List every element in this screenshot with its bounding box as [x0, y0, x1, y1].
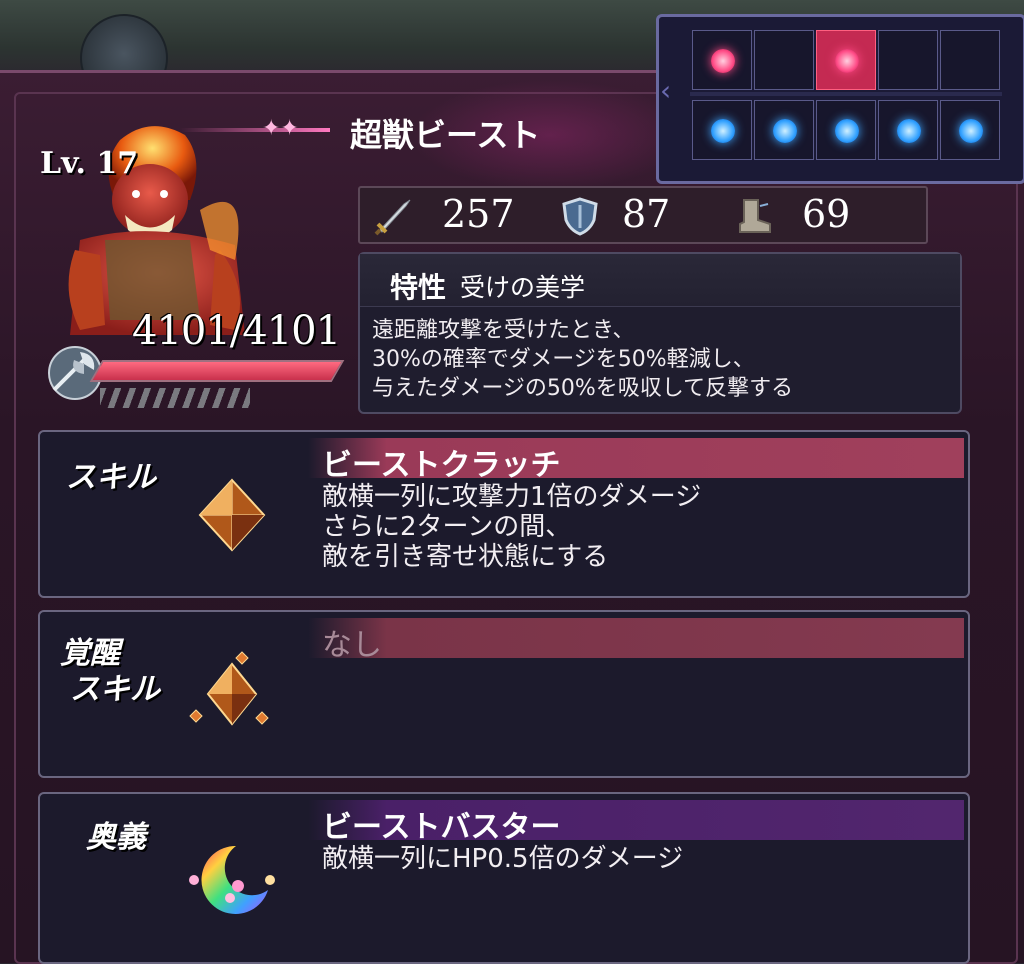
back-unit-dot-icon: [773, 119, 797, 143]
unit-name: 超獣ビースト: [350, 116, 541, 154]
formation-slot: [754, 100, 814, 160]
awakening-skill-box[interactable]: なし 覚醒 スキル: [38, 610, 970, 778]
skill-label: スキル: [66, 460, 156, 495]
formation-slot: [692, 30, 752, 90]
stats-bar: 257 87 69: [358, 186, 928, 244]
ultimate-label: 奥義: [86, 820, 146, 855]
skill-desc-line: 敵横一列に攻撃力1倍のダメージ: [322, 482, 702, 512]
ultimate-name: ビーストバスター: [322, 810, 561, 845]
back-unit-dot-icon: [835, 119, 859, 143]
formation-slot: [940, 100, 1000, 160]
back-unit-dot-icon: [711, 119, 735, 143]
front-unit-dot-icon: [835, 49, 859, 73]
skill-name: ビーストクラッチ: [322, 448, 561, 483]
skill-desc-line: さらに2ターンの間、: [322, 512, 572, 542]
boot-icon: [739, 199, 771, 233]
ultimate-box[interactable]: ビーストバスター 奥義 敵横一列にHP0.5倍のダメージ: [38, 792, 970, 964]
unit-level: Lv. 17: [40, 146, 139, 181]
orange-crystal-cluster-icon: [189, 651, 269, 726]
ultimate-description: 敵横一列にHP0.5倍のダメージ: [322, 844, 683, 874]
hp-bar: [89, 360, 345, 382]
speed-value: 69: [802, 192, 851, 236]
rainbow-crescent-icon: [189, 845, 275, 914]
trait-desc-line: 与えたダメージの50%を吸収して反撃する: [372, 376, 794, 401]
back-unit-dot-icon: [959, 119, 983, 143]
formation-slot: [878, 30, 938, 90]
trait-description: 遠距離攻撃を受けたとき、 30%の確率でダメージを50%軽減し、 与えたダメージ…: [372, 316, 952, 403]
attack-value: 257: [442, 192, 515, 236]
sword-icon: [374, 199, 411, 236]
awakening-label-line2: スキル: [70, 672, 160, 707]
formation-slot: [754, 30, 814, 90]
formation-slot: [940, 30, 1000, 90]
back-unit-dot-icon: [897, 119, 921, 143]
trait-desc-line: 遠距離攻撃を受けたとき、: [372, 318, 635, 343]
gauge-stripes: [100, 388, 250, 408]
skill-description: 敵横一列に攻撃力1倍のダメージ さらに2ターンの間、 敵を引き寄せ状態にする: [322, 482, 701, 572]
formation-slot: [816, 30, 876, 90]
hp-bar-fill: [92, 362, 342, 380]
trait-box: 特性 受けの美学 遠距離攻撃を受けたとき、 30%の確率でダメージを50%軽減し…: [358, 252, 962, 414]
front-unit-dot-icon: [711, 49, 735, 73]
awakening-label: 覚醒 スキル: [60, 636, 160, 708]
grid-divider: [690, 92, 1002, 96]
hp-value: 4101/4101: [132, 308, 341, 354]
ultimate-desc-line: 敵横一列にHP0.5倍のダメージ: [322, 844, 684, 874]
skill-desc-line: 敵を引き寄せ状態にする: [322, 542, 609, 572]
trait-header: [360, 254, 960, 307]
name-sparkle-icon: ✦✦: [262, 116, 299, 141]
awakening-label-line1: 覚醒: [60, 636, 120, 671]
formation-slot: [878, 100, 938, 160]
grid-arrow-icon: ‹: [660, 74, 672, 107]
shield-icon: [562, 197, 598, 236]
orange-crystal-icon: [198, 478, 266, 552]
trait-desc-line: 30%の確率でダメージを50%軽減し、: [372, 347, 755, 372]
awakening-skill-name: なし: [322, 628, 382, 663]
trait-name: 受けの美学: [460, 273, 586, 302]
name-decoration-line: [180, 128, 330, 132]
defense-value: 87: [622, 192, 671, 236]
formation-slot: [816, 100, 876, 160]
trait-label: 特性: [390, 271, 447, 304]
formation-slot: [692, 100, 752, 160]
skill-box[interactable]: ビーストクラッチ スキル 敵横一列に攻撃力1倍のダメージ さらに2ターンの間、 …: [38, 430, 970, 598]
awakening-title-bar: [308, 618, 964, 658]
